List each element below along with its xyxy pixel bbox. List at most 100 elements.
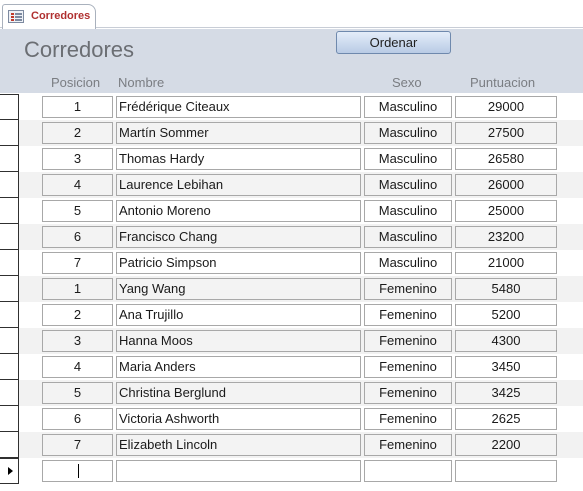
new-nombre-field[interactable] [116,460,361,482]
nombre-field[interactable]: Patricio Simpson [116,252,361,274]
sexo-field[interactable]: Femenino [364,356,452,378]
posicion-field[interactable]: 2 [42,122,113,144]
nombre-field[interactable]: Christina Berglund [116,382,361,404]
new-record-row[interactable] [0,458,583,484]
record-row[interactable]: 6 Victoria Ashworth Femenino 2625 [0,406,583,432]
sexo-field[interactable]: Masculino [364,226,452,248]
sexo-field[interactable]: Femenino [364,434,452,456]
record-row[interactable]: 5 Antonio Moreno Masculino 25000 [0,198,583,224]
record-selector[interactable] [0,120,19,146]
puntuacion-field[interactable]: 3425 [455,382,557,404]
posicion-field[interactable]: 6 [42,408,113,430]
record-row[interactable]: 2 Martín Sommer Masculino 27500 [0,120,583,146]
record-row[interactable]: 2 Ana Trujillo Femenino 5200 [0,302,583,328]
column-header-nombre: Nombre [118,75,165,90]
new-posicion-field[interactable] [42,460,113,482]
record-selector[interactable] [0,302,19,328]
posicion-field[interactable]: 4 [42,174,113,196]
current-record-arrow-icon [8,467,13,475]
record-selector[interactable] [0,250,19,276]
puntuacion-field[interactable]: 26580 [455,148,557,170]
tab-corredores[interactable]: Corredores [2,4,96,29]
nombre-field[interactable]: Ana Trujillo [116,304,361,326]
record-row[interactable]: 5 Christina Berglund Femenino 3425 [0,380,583,406]
record-row[interactable]: 3 Hanna Moos Femenino 4300 [0,328,583,354]
puntuacion-field[interactable]: 2625 [455,408,557,430]
posicion-field[interactable]: 7 [42,252,113,274]
posicion-field[interactable]: 5 [42,382,113,404]
tab-label: Corredores [31,10,91,22]
sexo-field[interactable]: Masculino [364,200,452,222]
nombre-field[interactable]: Thomas Hardy [116,148,361,170]
ordenar-button[interactable]: Ordenar [336,31,451,54]
nombre-field[interactable]: Elizabeth Lincoln [116,434,361,456]
nombre-field[interactable]: Maria Anders [116,356,361,378]
puntuacion-field[interactable]: 27500 [455,122,557,144]
puntuacion-field[interactable]: 5480 [455,278,557,300]
puntuacion-field[interactable]: 26000 [455,174,557,196]
posicion-field[interactable]: 5 [42,200,113,222]
sexo-field[interactable]: Femenino [364,408,452,430]
nombre-field[interactable]: Antonio Moreno [116,200,361,222]
form-icon [8,10,24,23]
puntuacion-field[interactable]: 4300 [455,330,557,352]
record-row[interactable]: 6 Francisco Chang Masculino 23200 [0,224,583,250]
record-selector[interactable] [0,198,19,224]
puntuacion-field[interactable]: 3450 [455,356,557,378]
posicion-field[interactable]: 3 [42,330,113,352]
record-row[interactable]: 4 Maria Anders Femenino 3450 [0,354,583,380]
record-row[interactable]: 7 Patricio Simpson Masculino 21000 [0,250,583,276]
record-selector[interactable] [0,94,19,120]
sexo-field[interactable]: Femenino [364,382,452,404]
posicion-field[interactable]: 6 [42,226,113,248]
puntuacion-field[interactable]: 25000 [455,200,557,222]
record-selector[interactable] [0,380,19,406]
record-row[interactable]: 4 Laurence Lebihan Masculino 26000 [0,172,583,198]
record-selector[interactable] [0,224,19,250]
puntuacion-field[interactable]: 23200 [455,226,557,248]
sexo-field[interactable]: Femenino [364,304,452,326]
nombre-field[interactable]: Victoria Ashworth [116,408,361,430]
posicion-field[interactable]: 4 [42,356,113,378]
nombre-field[interactable]: Francisco Chang [116,226,361,248]
record-selector[interactable] [0,432,19,458]
sexo-field[interactable]: Femenino [364,330,452,352]
new-sexo-field[interactable] [364,460,452,482]
records-list: 1 Frédérique Citeaux Masculino 29000 2 Martín… [0,94,583,458]
nombre-field[interactable]: Frédérique Citeaux [116,96,361,118]
record-selector[interactable] [0,276,19,302]
posicion-field[interactable]: 1 [42,96,113,118]
record-selector[interactable] [0,406,19,432]
record-selector-current[interactable] [0,458,19,484]
record-row[interactable]: 1 Yang Wang Femenino 5480 [0,276,583,302]
document-tab-bar: Corredores [0,0,583,29]
sexo-field[interactable]: Masculino [364,96,452,118]
posicion-field[interactable]: 2 [42,304,113,326]
nombre-field[interactable]: Laurence Lebihan [116,174,361,196]
puntuacion-field[interactable]: 29000 [455,96,557,118]
record-selector[interactable] [0,146,19,172]
record-selector[interactable] [0,354,19,380]
new-puntuacion-field[interactable] [455,460,557,482]
nombre-field[interactable]: Martín Sommer [116,122,361,144]
puntuacion-field[interactable]: 5200 [455,304,557,326]
posicion-field[interactable]: 7 [42,434,113,456]
column-header-posicion: Posicion [51,75,101,90]
sexo-field[interactable]: Femenino [364,278,452,300]
sexo-field[interactable]: Masculino [364,174,452,196]
record-selector[interactable] [0,172,19,198]
record-row[interactable]: 3 Thomas Hardy Masculino 26580 [0,146,583,172]
nombre-field[interactable]: Hanna Moos [116,330,361,352]
sexo-field[interactable]: Masculino [364,122,452,144]
record-row[interactable]: 7 Elizabeth Lincoln Femenino 2200 [0,432,583,458]
posicion-field[interactable]: 1 [42,278,113,300]
puntuacion-field[interactable]: 21000 [455,252,557,274]
record-selector[interactable] [0,328,19,354]
sexo-field[interactable]: Masculino [364,148,452,170]
text-cursor [78,464,79,478]
posicion-field[interactable]: 3 [42,148,113,170]
nombre-field[interactable]: Yang Wang [116,278,361,300]
sexo-field[interactable]: Masculino [364,252,452,274]
record-row[interactable]: 1 Frédérique Citeaux Masculino 29000 [0,94,583,120]
puntuacion-field[interactable]: 2200 [455,434,557,456]
